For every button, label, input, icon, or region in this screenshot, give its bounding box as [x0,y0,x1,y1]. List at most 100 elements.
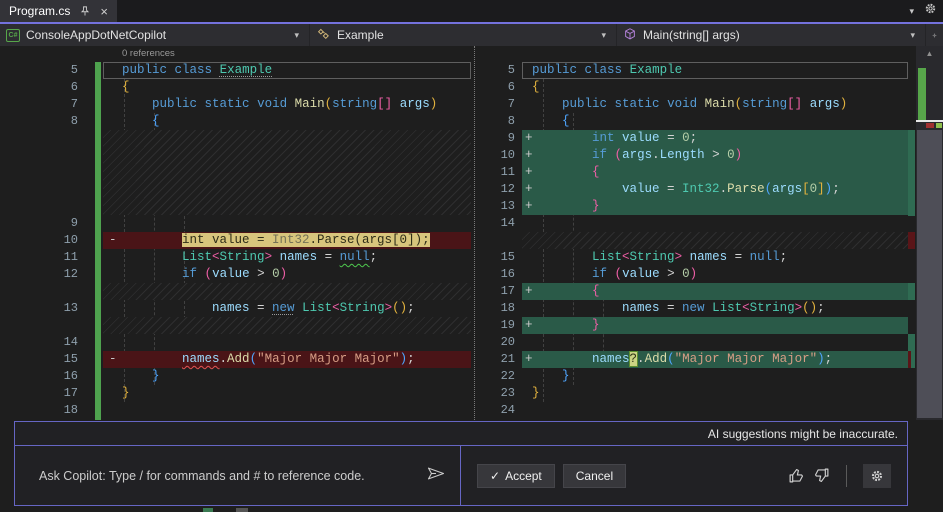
scrollbar-add-mark [936,123,942,128]
line-number: 10 [480,147,522,164]
original-code-line-gap-13[interactable] [0,283,471,300]
code-text: List<String> names = null; [122,249,377,266]
send-icon[interactable] [426,466,446,486]
diff-marker: - [109,232,117,249]
modified-code-line-12[interactable]: 12+ value = Int32.Parse(args[0]); [480,181,908,198]
original-code-line-18[interactable]: 18 [0,402,471,419]
original-code-line-13[interactable]: 13 names = new List<String>(); [0,300,471,317]
line-number [0,317,103,334]
original-code-line-9[interactable]: 9 [0,215,471,232]
modified-code-line-17[interactable]: 17+ { [480,283,908,300]
member-dropdown[interactable]: Main(string[] args) ▾ [617,24,926,46]
original-code-line-8[interactable]: 8 { [0,113,471,130]
code-text: } [532,317,600,334]
original-code-line-17[interactable]: 17} [0,385,471,402]
code-text: names = new List<String>(); [122,300,415,317]
project-dropdown[interactable]: C# ConsoleAppDotNetCopilot ▾ [0,24,310,46]
original-code-line-gap-4[interactable] [0,130,471,147]
code-text: names.Add("Major Major Major"); [122,351,415,368]
code-text: { [532,113,570,130]
ai-disclaimer-text: AI suggestions might be inaccurate. [708,427,898,441]
code-text: } [122,385,130,402]
scrollbar-thumb[interactable] [917,130,942,418]
line-number: 12 [480,181,522,198]
original-code-line-5[interactable]: 5public class Example [0,62,471,79]
modified-code-line-21[interactable]: 21+ names?.Add("Major Major Major"); [480,351,908,368]
copilot-input-box[interactable]: Ask Copilot: Type / for commands and # t… [14,445,461,506]
split-editor-button[interactable] [926,24,943,46]
thumbs-up-icon[interactable] [788,467,805,484]
code-text: } [532,368,570,385]
original-code-line-gap-5[interactable] [0,147,471,164]
original-code-line-gap-8[interactable] [0,198,471,215]
chevron-down-icon: ▾ [910,30,919,41]
original-code-line-12[interactable]: 12 if (value > 0) [0,266,471,283]
chevron-down-icon[interactable]: ▾ [909,6,914,17]
scrollbar-error-mark [926,123,934,128]
original-code-line-gap-15[interactable] [0,317,471,334]
modified-code-line-16[interactable]: 16 if (value > 0) [480,266,908,283]
pane-divider[interactable] [474,46,475,420]
code-text: { [532,164,600,181]
modified-code-line-8[interactable]: 8 { [480,113,908,130]
modified-code-line-11[interactable]: 11+ { [480,164,908,181]
tab-program-cs[interactable]: Program.cs × [0,0,117,22]
line-number: 23 [480,385,522,402]
gear-icon[interactable] [924,2,937,20]
member-name: Main(string[] args) [643,28,740,42]
original-code-line-15[interactable]: 15- names.Add("Major Major Major"); [0,351,471,368]
line-number: 17 [480,283,522,300]
line-number: 6 [0,79,103,96]
thumbs-down-icon[interactable] [813,467,830,484]
modified-code-line-7[interactable]: 7 public static void Main(string[] args) [480,96,908,113]
original-code-line-6[interactable]: 6{ [0,79,471,96]
line-number: 16 [0,368,103,385]
method-cube-icon [623,27,637,44]
code-text: { [122,113,160,130]
modified-code-line-24[interactable]: 24 [480,402,908,419]
accept-button[interactable]: ✓ Accept [477,464,555,488]
close-icon[interactable]: × [100,4,108,19]
line-number: 12 [0,266,103,283]
scrollbar-up-arrow[interactable]: ▲ [916,46,943,62]
modified-code-line-14[interactable]: 14 [480,215,908,232]
code-text: { [122,79,130,96]
original-code-line-10[interactable]: 10- int value = Int32.Parse(args[0]); [0,232,471,249]
modified-code-line-9[interactable]: 9+ int value = 0; [480,130,908,147]
modified-code-line-gap-10[interactable] [480,232,908,249]
modified-code-line-18[interactable]: 18 names = new List<String>(); [480,300,908,317]
original-code-line-gap-6[interactable] [0,164,471,181]
code-text: } [122,368,160,385]
modified-code-line-5[interactable]: 5public class Example [480,62,908,79]
pin-icon[interactable] [79,5,91,17]
original-code-line-14[interactable]: 14 [0,334,471,351]
vertical-scrollbar[interactable]: ▲ [916,46,943,420]
code-text: List<String> names = null; [532,249,787,266]
modified-code-line-19[interactable]: 19+ } [480,317,908,334]
line-number [0,147,103,164]
code-text: public static void Main(string[] args) [532,96,847,113]
line-number: 15 [480,249,522,266]
modified-code-line-22[interactable]: 22 } [480,368,908,385]
gear-icon[interactable] [863,464,891,488]
line-number: 9 [480,130,522,147]
line-number: 20 [480,334,522,351]
modified-code-line-23[interactable]: 23} [480,385,908,402]
diff-pane-original: 5public class Example6{7 public static v… [0,62,471,420]
tab-strip: Program.cs × ▾ [0,0,943,22]
modified-code-line-20[interactable]: 20 [480,334,908,351]
tab-title: Program.cs [9,4,70,18]
original-code-line-16[interactable]: 16 } [0,368,471,385]
cancel-button[interactable]: Cancel [563,464,626,488]
line-number: 18 [0,402,103,419]
modified-code-line-13[interactable]: 13+ } [480,198,908,215]
type-dropdown[interactable]: Example ▾ [310,24,617,46]
original-code-line-gap-7[interactable] [0,181,471,198]
modified-code-line-10[interactable]: 10+ if (args.Length > 0) [480,147,908,164]
modified-code-line-15[interactable]: 15 List<String> names = null; [480,249,908,266]
modified-code-line-6[interactable]: 6{ [480,79,908,96]
code-text: if (value > 0) [532,266,697,283]
codelens-references[interactable]: 0 references [122,46,175,62]
original-code-line-7[interactable]: 7 public static void Main(string[] args) [0,96,471,113]
original-code-line-11[interactable]: 11 List<String> names = null; [0,249,471,266]
